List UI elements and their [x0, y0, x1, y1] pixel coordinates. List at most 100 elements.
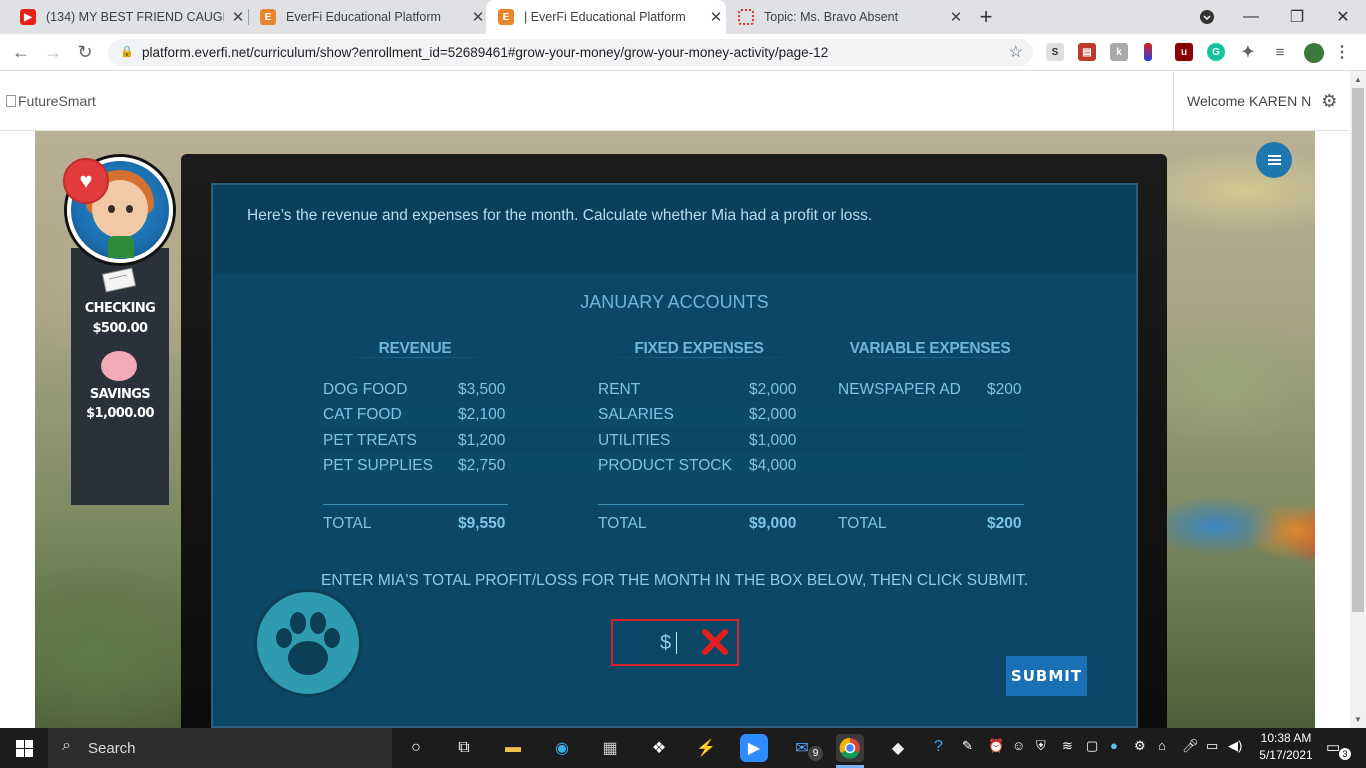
fixed-expenses-heading: FIXED EXPENSES — [634, 340, 764, 357]
avatar-eye — [108, 205, 115, 213]
browser-tab-everfi-1[interactable]: E EverFi Educational Platform ✕ — [248, 0, 486, 34]
savings-label: SAVINGS — [89, 387, 151, 402]
heart-icon[interactable]: ♥ — [63, 158, 109, 204]
file-explorer-icon[interactable]: ▬ — [499, 734, 527, 762]
clock-date: 5/17/2021 — [1259, 748, 1313, 762]
tab-close-icon[interactable]: ✕ — [708, 8, 724, 26]
close-window-button[interactable]: ✕ — [1320, 0, 1366, 34]
revenue-item-label: CAT FOOD — [323, 406, 402, 423]
scroll-up-icon[interactable]: ▲ — [1350, 72, 1366, 86]
onedrive-icon[interactable]: ● — [1110, 738, 1118, 753]
scrollbar-thumb[interactable] — [1352, 88, 1364, 612]
microphone-icon[interactable]: 🎤︎ — [1182, 738, 1199, 754]
tab-search-icon[interactable] — [1184, 0, 1230, 34]
dropbox-icon[interactable]: ❖ — [645, 734, 673, 762]
ublock-icon[interactable]: u — [1175, 43, 1193, 61]
answer-prompt: ENTER MIA'S TOTAL PROFIT/LOSS FOR THE MO… — [321, 572, 1028, 589]
tab-close-icon[interactable]: ✕ — [948, 8, 964, 26]
fixed-item-value: $2,000 — [749, 406, 797, 423]
bookmark-star-icon[interactable]: ☆ — [1009, 42, 1023, 62]
forward-icon[interactable]: → — [40, 39, 66, 65]
revenue-heading: REVENUE — [378, 340, 452, 357]
variable-item-value: $200 — [987, 381, 1022, 398]
fixed-total-label: TOTAL — [598, 515, 647, 532]
reload-icon[interactable]: ↻ — [72, 39, 98, 65]
shield-icon[interactable]: ⛨ — [1036, 738, 1046, 754]
wifi-icon[interactable]: ≋ — [1062, 738, 1073, 754]
system-clock[interactable]: 10:38 AM 5/17/2021 — [1250, 730, 1322, 764]
help-icon[interactable]: ? — [934, 738, 943, 756]
restore-button[interactable]: ❐ — [1274, 0, 1320, 34]
heading-underline — [600, 357, 800, 358]
cortana-icon[interactable]: ○ — [402, 734, 430, 762]
text-cursor — [676, 632, 677, 654]
back-icon[interactable]: ← — [8, 39, 34, 65]
hamburger-menu-icon[interactable] — [1256, 142, 1292, 178]
revenue-item-value: $2,100 — [458, 406, 506, 423]
browser-tab-topic[interactable]: Topic: Ms. Bravo Absent ✕ — [726, 0, 966, 34]
tab-close-icon[interactable]: ✕ — [230, 8, 246, 26]
heading-underline — [340, 357, 490, 358]
fixed-item-value: $2,000 — [749, 381, 797, 398]
piggy-bank-icon — [101, 351, 137, 381]
network-icon[interactable]: ⌂ — [1158, 738, 1166, 753]
new-tab-button[interactable]: + — [966, 0, 1006, 34]
battery-icon[interactable]: ▭ — [1206, 738, 1218, 754]
address-bar[interactable]: 🔒 platform.everfi.net/curriculum/show?en… — [108, 39, 1033, 66]
everfi-icon: E — [260, 9, 276, 25]
zoom-icon[interactable]: ▶ — [740, 734, 768, 762]
windows-start-icon[interactable] — [0, 728, 48, 768]
minimize-button[interactable]: — — [1228, 0, 1274, 34]
alarm-icon[interactable]: ⏰ — [988, 738, 1004, 754]
extension-bookmark-icon[interactable] — [1144, 43, 1152, 61]
tab-close-icon[interactable]: ✕ — [470, 8, 486, 26]
broken-image-icon — [6, 95, 16, 107]
scroll-down-icon[interactable]: ▼ — [1350, 712, 1366, 726]
lightning-app-icon[interactable]: ⚡ — [692, 734, 720, 762]
action-icon[interactable]: ▢ — [1086, 738, 1098, 754]
discord-icon[interactable]: ☺ — [1012, 738, 1025, 753]
search-placeholder: Search — [88, 739, 136, 757]
extensions-puzzle-icon[interactable]: ✦ — [1239, 43, 1257, 61]
loading-icon — [738, 9, 754, 25]
store-icon[interactable]: ▦ — [596, 734, 624, 762]
variable-item-label: NEWSPAPER AD — [838, 381, 961, 398]
revenue-total-label: TOTAL — [323, 515, 372, 532]
settings-tray-icon[interactable]: ⚙ — [1134, 738, 1146, 754]
total-rule — [323, 504, 508, 505]
browser-tab-everfi-active[interactable]: E | EverFi Educational Platform ✕ — [486, 0, 726, 34]
revenue-item-label: PET SUPPLIES — [323, 457, 433, 474]
browser-tab-youtube[interactable]: ▶ (134) MY BEST FRIEND CAUGHT ME... ✕ — [8, 0, 248, 34]
profile-avatar[interactable] — [1304, 43, 1324, 63]
pinned-app-icon[interactable]: ◆ — [884, 734, 912, 762]
accounts-title: JANUARY ACCOUNTS — [580, 292, 769, 312]
chrome-icon[interactable] — [836, 734, 864, 762]
avatar-shirt — [108, 236, 134, 258]
taskbar-search-input[interactable]: ⌕ Search — [48, 728, 392, 768]
chrome-menu-icon[interactable]: ⋮ — [1333, 43, 1351, 61]
submit-button[interactable]: SUBMIT — [1006, 656, 1087, 696]
gear-icon[interactable]: ⚙ — [1321, 91, 1337, 112]
incorrect-x-icon — [700, 627, 730, 657]
youtube-icon: ▶ — [20, 9, 36, 25]
task-view-icon[interactable]: ⧉ — [450, 734, 478, 762]
checkbook-icon — [101, 267, 137, 295]
extension-s-icon[interactable]: S — [1046, 43, 1064, 61]
notification-badge: 3 — [1339, 748, 1351, 760]
revenue-item-label: PET TREATS — [323, 432, 417, 449]
media-queue-icon[interactable]: ≡ — [1271, 43, 1289, 61]
clock-time: 10:38 AM — [1260, 731, 1312, 745]
instruction-text: Here’s the revenue and expenses for the … — [247, 207, 873, 224]
screen-snip-icon[interactable]: ✎ — [962, 738, 973, 754]
savings-balance: $1,000.00 — [86, 406, 154, 421]
futuresmart-logo[interactable]: FutureSmart — [6, 93, 96, 109]
volume-icon[interactable]: ◀) — [1228, 738, 1242, 754]
fixed-item-value: $4,000 — [749, 457, 797, 474]
tab-title: (134) MY BEST FRIEND CAUGHT ME... — [46, 10, 224, 24]
extension-flag-icon[interactable]: ▤ — [1078, 43, 1096, 61]
grammarly-icon[interactable]: G — [1207, 43, 1225, 61]
revenue-item-value: $1,200 — [458, 432, 506, 449]
edge-icon[interactable]: ◉ — [548, 734, 576, 762]
extension-k-icon[interactable]: k — [1110, 43, 1128, 61]
fixed-item-label: UTILITIES — [598, 432, 671, 449]
